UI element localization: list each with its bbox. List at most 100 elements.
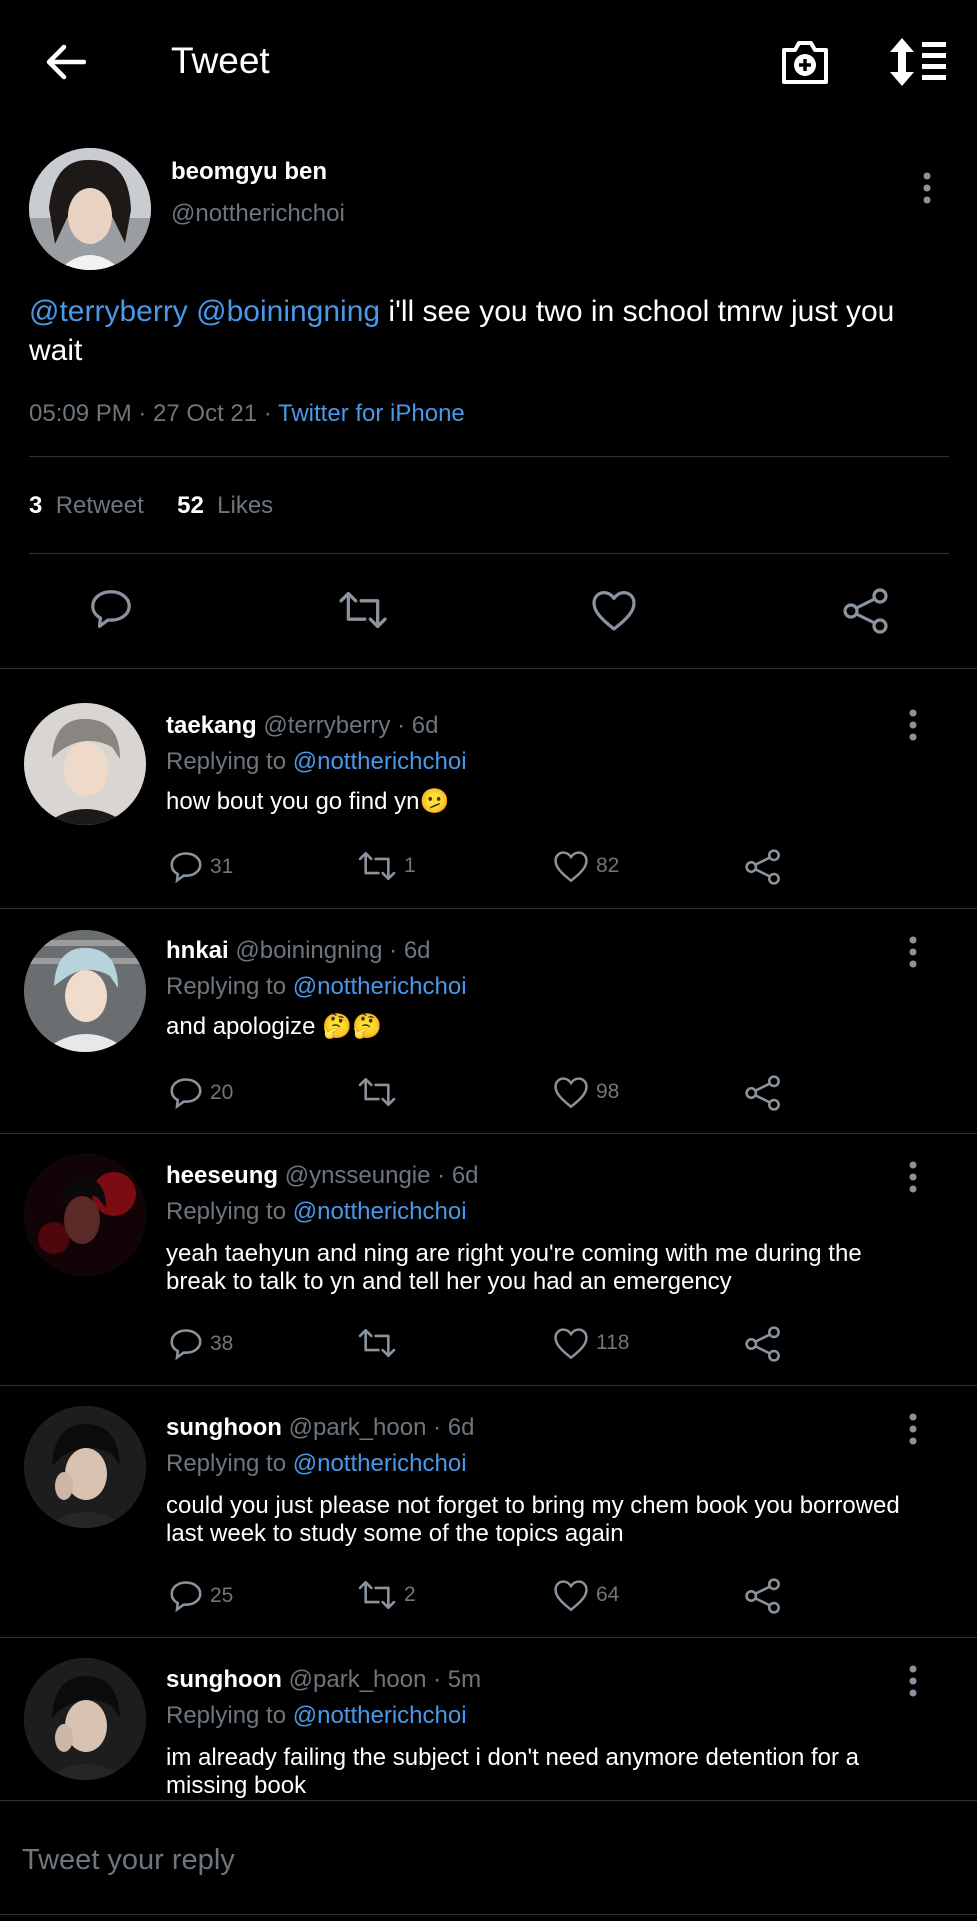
more-options-icon[interactable] <box>908 1665 918 1697</box>
tweet-source-link[interactable]: Twitter for iPhone <box>278 400 465 427</box>
reply-composer <box>0 1800 977 1921</box>
replying-to-link[interactable]: @nottherichchoi <box>293 1702 467 1729</box>
author-name[interactable]: beomgyu ben <box>171 158 327 186</box>
reply-time: · 6d <box>397 712 439 739</box>
reply-tweet[interactable]: sunghoon @park_hoon · 5m Replying to @no… <box>0 1638 977 1808</box>
reply-icon <box>168 849 204 885</box>
divider <box>29 553 949 554</box>
reply-icon <box>168 1578 204 1614</box>
retweet-button[interactable]: 2 <box>356 1578 416 1612</box>
reply-time: · 6d <box>389 937 431 964</box>
divider <box>29 456 949 457</box>
share-button[interactable] <box>744 849 782 885</box>
retweet-icon <box>356 849 398 883</box>
share-icon[interactable] <box>842 588 890 634</box>
reply-author-name[interactable]: sunghoon <box>166 1414 282 1441</box>
reply-author-handle[interactable]: @terryberry <box>263 712 390 739</box>
reply-tweet[interactable]: hnkai @boiningning · 6d Replying to @not… <box>0 909 977 1134</box>
replying-to-link[interactable]: @nottherichchoi <box>293 973 467 1000</box>
more-options-icon[interactable] <box>908 709 918 741</box>
tweet-timestamp: 05:09 PM · 27 Oct 21 · <box>29 400 279 427</box>
avatar[interactable] <box>24 1406 146 1528</box>
reply-icon <box>168 1326 204 1362</box>
reply-button[interactable]: 31 <box>168 849 233 885</box>
reply-icon[interactable] <box>88 586 134 632</box>
more-options-icon[interactable] <box>908 1161 918 1193</box>
replying-to-label: Replying to <box>166 973 293 1000</box>
like-button[interactable]: 98 <box>552 1075 619 1109</box>
back-arrow-icon[interactable] <box>44 42 86 82</box>
like-icon[interactable] <box>590 588 638 632</box>
reply-author-name[interactable]: sunghoon <box>166 1666 282 1693</box>
like-button[interactable]: 64 <box>552 1578 619 1612</box>
reply-icon <box>168 1075 204 1111</box>
page-title: Tweet <box>171 40 270 81</box>
retweet-label: Retweet <box>55 492 144 519</box>
reply-author-handle[interactable]: @park_hoon <box>289 1666 427 1693</box>
reply-button[interactable]: 38 <box>168 1326 233 1362</box>
share-button[interactable] <box>744 1578 782 1614</box>
replying-to-link[interactable]: @nottherichchoi <box>293 748 467 775</box>
avatar[interactable] <box>29 148 151 270</box>
reply-count: 31 <box>210 855 234 878</box>
retweet-button[interactable] <box>356 1326 404 1360</box>
tweet-stats: 3 Retweet 52 Likes <box>29 492 273 520</box>
reply-actions: 25 2 64 <box>168 1578 808 1618</box>
share-button[interactable] <box>744 1326 782 1362</box>
retweet-icon <box>356 1075 398 1109</box>
retweet-icon <box>356 1326 398 1360</box>
reply-author-handle[interactable]: @ynsseungie <box>285 1162 431 1189</box>
author-handle[interactable]: @nottherichchoi <box>171 200 345 228</box>
reply-tweet[interactable]: heeseung @ynsseungie · 6d Replying to @n… <box>0 1134 977 1386</box>
mention-link[interactable]: @terryberry <box>29 295 188 328</box>
sort-list-icon[interactable] <box>890 38 948 86</box>
camera-plus-icon[interactable] <box>780 38 830 86</box>
reply-text: could you just please not forget to brin… <box>166 1492 900 1547</box>
retweet-icon <box>356 1578 398 1612</box>
reply-actions: 20 98 <box>168 1075 808 1115</box>
reply-text: yeah taehyun and ning are right you're c… <box>166 1240 862 1295</box>
like-icon <box>552 1326 590 1360</box>
reply-tweet[interactable]: sunghoon @park_hoon · 6d Replying to @no… <box>0 1386 977 1638</box>
share-icon <box>744 1075 782 1111</box>
retweet-button[interactable]: 1 <box>356 849 416 883</box>
reply-time: · 6d <box>433 1414 475 1441</box>
reply-input[interactable] <box>20 1837 924 1883</box>
replying-to-label: Replying to <box>166 1702 293 1729</box>
retweet-count: 1 <box>404 854 416 877</box>
reply-author-name[interactable]: taekang <box>166 712 257 739</box>
like-icon <box>552 1578 590 1612</box>
reply-author-name[interactable]: heeseung <box>166 1162 278 1189</box>
avatar[interactable] <box>24 703 146 825</box>
likes-count: 52 <box>177 492 204 519</box>
retweet-button[interactable] <box>356 1075 404 1109</box>
more-options-icon[interactable] <box>908 936 918 968</box>
avatar[interactable] <box>24 930 146 1052</box>
reply-author-handle[interactable]: @park_hoon <box>289 1414 427 1441</box>
avatar[interactable] <box>24 1658 146 1780</box>
share-button[interactable] <box>744 1075 782 1111</box>
tweet-text: @terryberry @boiningning i'll see you tw… <box>29 292 929 370</box>
avatar[interactable] <box>24 1154 146 1276</box>
replying-to-link[interactable]: @nottherichchoi <box>293 1450 467 1477</box>
retweet-stat[interactable]: 3 Retweet <box>29 492 144 519</box>
retweet-icon[interactable] <box>336 588 390 632</box>
like-button[interactable]: 118 <box>552 1326 629 1360</box>
reply-author-name[interactable]: hnkai <box>166 937 229 964</box>
like-button[interactable]: 82 <box>552 849 619 883</box>
reply-time: · 5m <box>433 1666 482 1693</box>
reply-author-handle[interactable]: @boiningning <box>235 937 382 964</box>
reply-button[interactable]: 20 <box>168 1075 233 1111</box>
mention-link[interactable]: @boiningning <box>196 295 380 328</box>
reply-text: how bout you go find yn🫤 <box>166 788 450 815</box>
more-options-icon[interactable] <box>922 172 932 204</box>
replying-to-label: Replying to <box>166 1450 293 1477</box>
reply-button[interactable]: 25 <box>168 1578 233 1614</box>
reply-text: and apologize 🤔🤔 <box>166 1013 382 1040</box>
more-options-icon[interactable] <box>908 1413 918 1445</box>
reply-count: 38 <box>210 1332 234 1355</box>
likes-stat[interactable]: 52 Likes <box>177 492 273 519</box>
replying-to-link[interactable]: @nottherichchoi <box>293 1198 467 1225</box>
share-icon <box>744 1326 782 1362</box>
reply-tweet[interactable]: taekang @terryberry · 6d Replying to @no… <box>0 669 977 909</box>
